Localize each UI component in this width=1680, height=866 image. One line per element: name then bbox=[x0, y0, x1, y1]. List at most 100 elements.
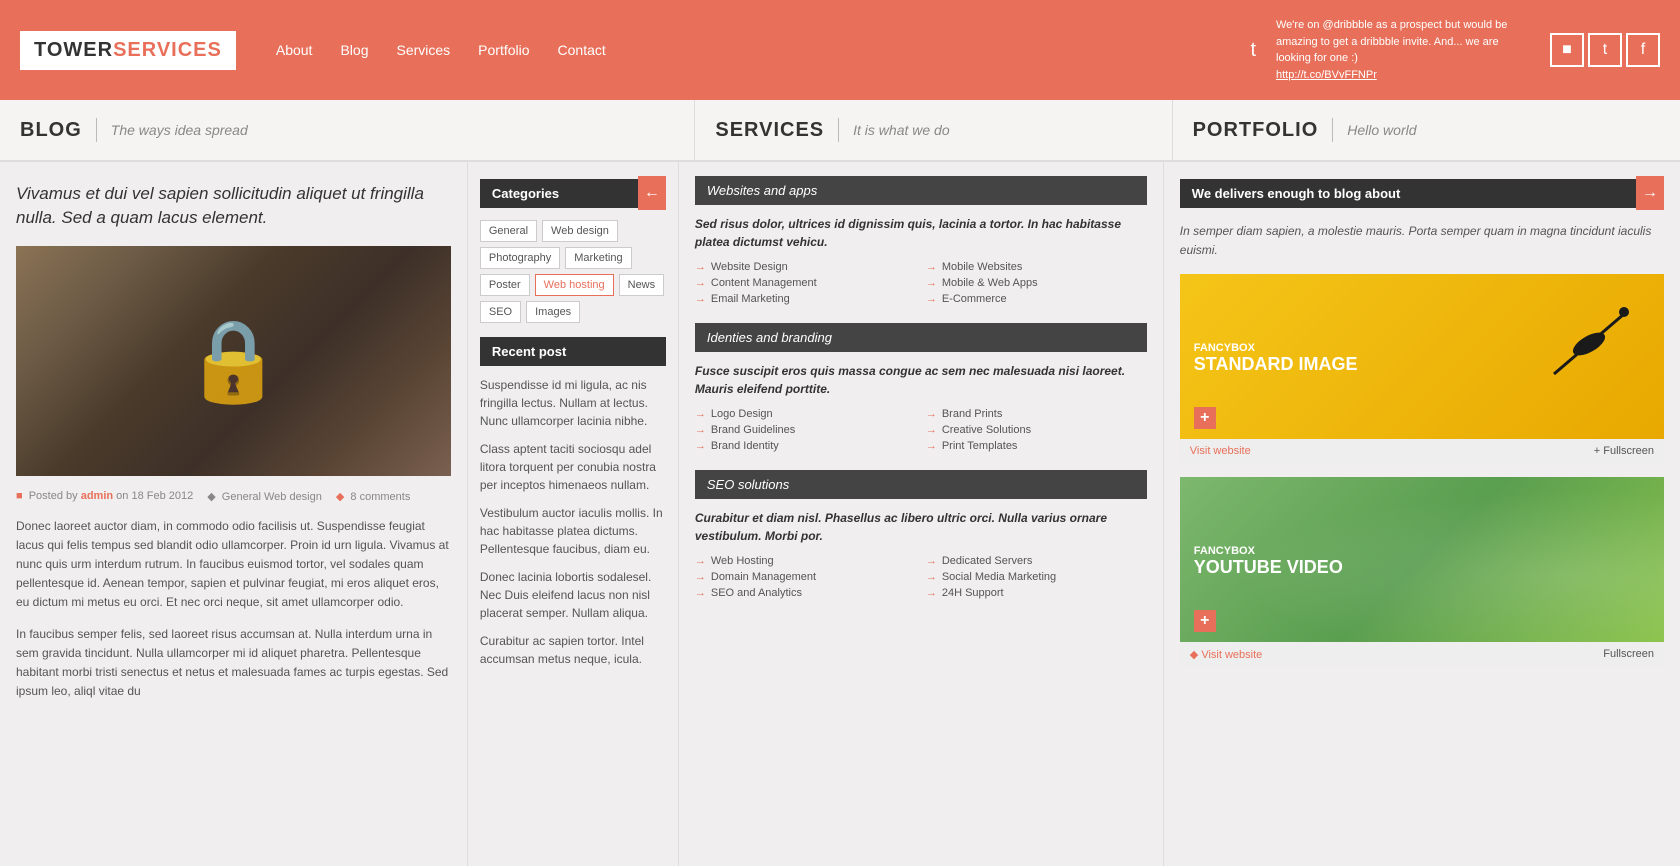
portfolio-intro: In semper diam sapien, a molestie mauris… bbox=[1180, 222, 1664, 260]
service-item: →Web Hosting bbox=[695, 555, 916, 567]
categories-prev-btn[interactable]: ← bbox=[638, 176, 666, 210]
service-item: →Social Media Marketing bbox=[926, 571, 1147, 583]
portfolio-item-2: FANCYBOX YOUTUBE VIDEO + ◆ Visit website… bbox=[1180, 477, 1664, 667]
portfolio-actions-1: Visit website + Fullscreen bbox=[1180, 439, 1664, 463]
arrow-icon: → bbox=[695, 408, 706, 420]
recent-3: Vestibulum auctor iaculis mollis. In hac… bbox=[480, 504, 666, 558]
service-item: →Email Marketing bbox=[695, 293, 916, 305]
portfolio-section-header: PORTFOLIO Hello world bbox=[1173, 100, 1680, 160]
nav-contact[interactable]: Contact bbox=[558, 42, 606, 58]
cat-poster[interactable]: Poster bbox=[480, 274, 530, 296]
arrow-icon: → bbox=[695, 293, 706, 305]
arrow-icon: → bbox=[926, 424, 937, 436]
service-item: →Creative Solutions bbox=[926, 424, 1147, 436]
portfolio-visit-1[interactable]: Visit website bbox=[1190, 445, 1251, 457]
blog-divider bbox=[96, 118, 97, 142]
portfolio-sublabel-2: YOUTUBE VIDEO bbox=[1194, 557, 1343, 578]
portfolio-plus-1[interactable]: + bbox=[1194, 407, 1216, 429]
blog-meta: ■ Posted by admin on 18 Feb 2012 ◆ Gener… bbox=[16, 490, 451, 503]
arrow-icon: → bbox=[926, 440, 937, 452]
portfolio-title: PORTFOLIO bbox=[1193, 119, 1319, 142]
nav-services[interactable]: Services bbox=[396, 42, 450, 58]
post-icon: ■ bbox=[16, 490, 23, 502]
service-item: →SEO and Analytics bbox=[695, 587, 916, 599]
portfolio-divider bbox=[1332, 118, 1333, 142]
cat-webdesign[interactable]: Web design bbox=[542, 220, 618, 242]
arrow-icon: → bbox=[695, 440, 706, 452]
social-icon-dribbble[interactable]: ■ bbox=[1550, 33, 1584, 67]
cat-general[interactable]: General bbox=[480, 220, 537, 242]
logo[interactable]: TOWERSERVICES bbox=[20, 31, 236, 70]
service-item: →Logo Design bbox=[695, 408, 916, 420]
comment-icon: ◆ bbox=[336, 491, 344, 503]
categories-header-wrap: Categories ← bbox=[480, 176, 666, 210]
service-seo-header: SEO solutions bbox=[695, 470, 1147, 499]
service-item: →Mobile & Web Apps bbox=[926, 277, 1147, 289]
bird-icon bbox=[1534, 284, 1644, 394]
service-websites-desc: Sed risus dolor, ultrices id dignissim q… bbox=[695, 215, 1147, 251]
portfolio-label-2: FANCYBOX YOUTUBE VIDEO bbox=[1194, 542, 1343, 578]
blog-image: 🔒 bbox=[16, 246, 451, 476]
portfolio-sublabel-1: STANDARD IMAGE bbox=[1194, 354, 1358, 375]
blog-author[interactable]: admin bbox=[81, 490, 113, 502]
service-item: →E-Commerce bbox=[926, 293, 1147, 305]
nav-portfolio[interactable]: Portfolio bbox=[478, 42, 529, 58]
service-item: →Brand Prints bbox=[926, 408, 1147, 420]
portfolio-img-2: FANCYBOX YOUTUBE VIDEO + bbox=[1180, 477, 1664, 642]
twitter-header-icon: t bbox=[1250, 39, 1256, 62]
portfolio-section-label: We delivers enough to blog about bbox=[1180, 179, 1636, 208]
arrow-icon: → bbox=[695, 555, 706, 567]
portfolio-fullscreen-2[interactable]: Fullscreen bbox=[1603, 648, 1654, 661]
recent-post-label: Recent post bbox=[480, 337, 666, 366]
portfolio-plus-2[interactable]: + bbox=[1194, 610, 1216, 632]
service-item: →Brand Identity bbox=[695, 440, 916, 452]
service-websites-items: →Website Design →Mobile Websites →Conten… bbox=[695, 261, 1147, 305]
categories-grid: General Web design Photography Marketing… bbox=[480, 220, 666, 323]
recent-post-header-wrap: Recent post bbox=[480, 337, 666, 366]
service-branding-desc: Fusce suscipit eros quis massa congue ac… bbox=[695, 362, 1147, 398]
services-subtitle: It is what we do bbox=[853, 122, 950, 138]
blog-title: BLOG bbox=[20, 119, 82, 142]
tweet-link[interactable]: http://t.co/BVvFFNPr bbox=[1276, 69, 1377, 81]
recent-2: Class aptent taciti sociosqu adel litora… bbox=[480, 440, 666, 494]
blog-section-header: BLOG The ways idea spread bbox=[0, 100, 695, 160]
services-title: SERVICES bbox=[715, 119, 824, 142]
nav-about[interactable]: About bbox=[276, 42, 313, 58]
main-nav: About Blog Services Portfolio Contact bbox=[276, 42, 606, 58]
header-right: t We're on @dribbble as a prospect but w… bbox=[1250, 17, 1660, 83]
service-seo: SEO solutions Curabitur et diam nisl. Ph… bbox=[695, 470, 1147, 599]
social-icons: ■ t f bbox=[1550, 33, 1660, 67]
social-icon-facebook[interactable]: f bbox=[1626, 33, 1660, 67]
cat-marketing[interactable]: Marketing bbox=[565, 247, 631, 269]
portfolio-actions-2: ◆ Visit website Fullscreen bbox=[1180, 642, 1664, 667]
arrow-icon: → bbox=[926, 571, 937, 583]
blog-subtitle: The ways idea spread bbox=[111, 122, 248, 138]
cat-photography[interactable]: Photography bbox=[480, 247, 560, 269]
main-content: Vivamus et dui vel sapien sollicitudin a… bbox=[0, 162, 1680, 866]
arrow-icon: → bbox=[695, 261, 706, 273]
service-websites-header: Websites and apps bbox=[695, 176, 1147, 205]
portfolio-fullscreen-1[interactable]: + Fullscreen bbox=[1594, 445, 1654, 457]
cat-seo[interactable]: SEO bbox=[480, 301, 521, 323]
service-item: →Content Management bbox=[695, 277, 916, 289]
nav-blog[interactable]: Blog bbox=[340, 42, 368, 58]
service-item: →Domain Management bbox=[695, 571, 916, 583]
portfolio-label-1: FANCYBOX STANDARD IMAGE bbox=[1194, 339, 1358, 375]
service-item: →Website Design bbox=[695, 261, 916, 273]
service-branding-header: Identies and branding bbox=[695, 323, 1147, 352]
service-item: →24H Support bbox=[926, 587, 1147, 599]
cat-webhosting[interactable]: Web hosting bbox=[535, 274, 614, 296]
portfolio-item-1: FANCYBOX STANDARD IMAGE + Visit website … bbox=[1180, 274, 1664, 463]
arrow-icon: → bbox=[926, 277, 937, 289]
tag-icon: ◆ bbox=[207, 491, 215, 503]
cat-images[interactable]: Images bbox=[526, 301, 580, 323]
cat-news[interactable]: News bbox=[619, 274, 665, 296]
blog-sidebar: Categories ← General Web design Photogra… bbox=[468, 162, 678, 866]
portfolio-visit-2[interactable]: ◆ Visit website bbox=[1190, 648, 1262, 661]
blog-main: Vivamus et dui vel sapien sollicitudin a… bbox=[0, 162, 468, 866]
portfolio-next-btn[interactable]: → bbox=[1636, 176, 1664, 210]
categories-section: Categories ← General Web design Photogra… bbox=[480, 176, 666, 323]
social-icon-twitter[interactable]: t bbox=[1588, 33, 1622, 67]
arrow-icon: → bbox=[695, 571, 706, 583]
service-item: →Dedicated Servers bbox=[926, 555, 1147, 567]
